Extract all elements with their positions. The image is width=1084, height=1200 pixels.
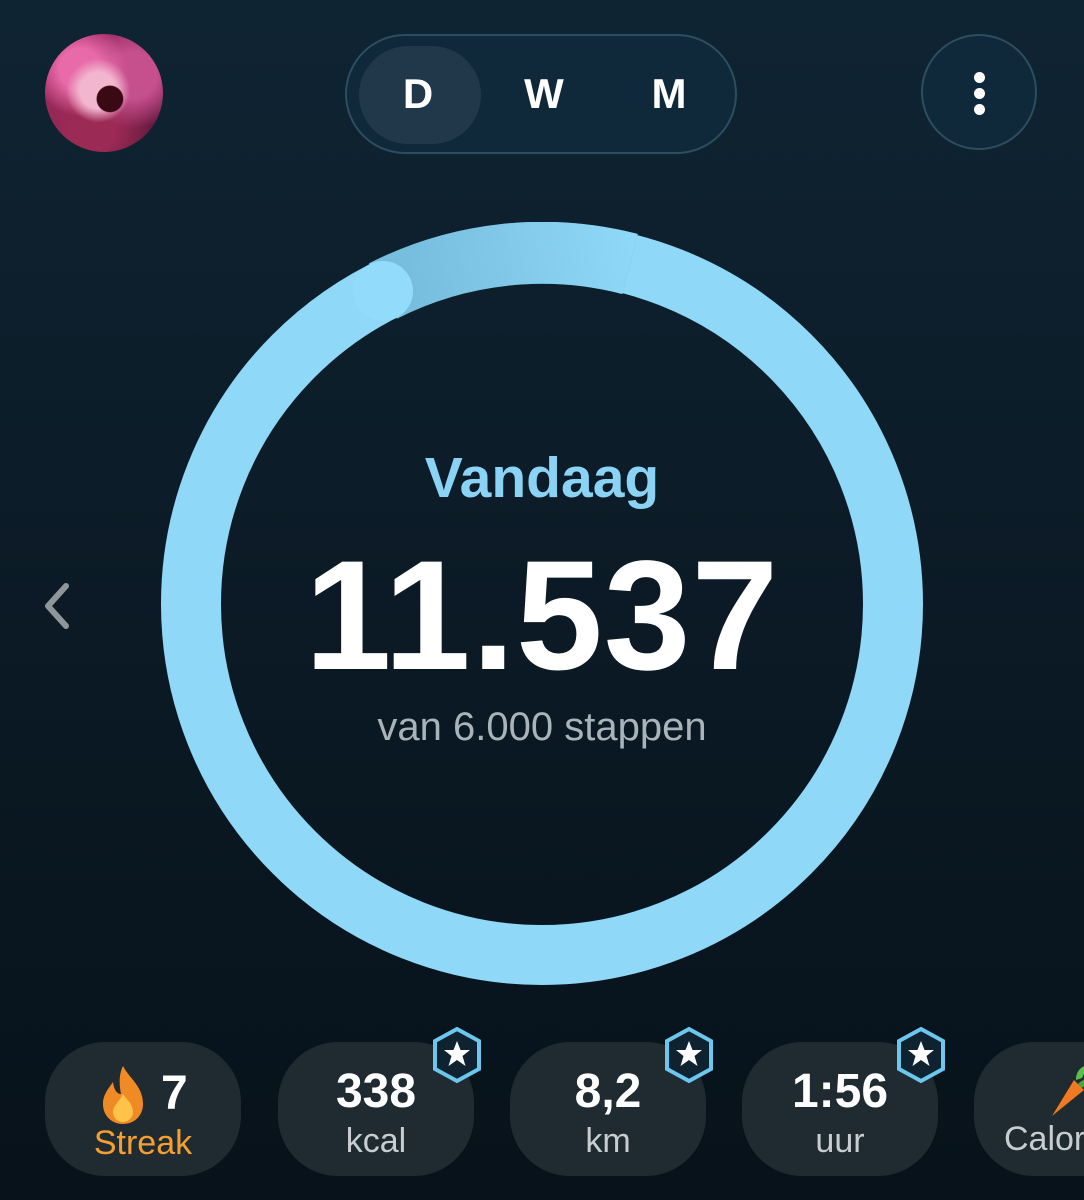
star-badge-icon — [433, 1026, 481, 1084]
ring-fade — [368, 222, 638, 319]
avatar[interactable] — [45, 34, 163, 152]
flame-icon — [103, 1066, 143, 1124]
period-selector: D W M — [345, 34, 737, 154]
step-count: 11.537 — [304, 529, 780, 703]
kcal-label: kcal — [345, 1122, 407, 1160]
streak-value: 7 — [161, 1067, 188, 1120]
tab-week[interactable]: W — [484, 36, 604, 152]
star-badge-icon — [897, 1026, 945, 1084]
star-badge-icon — [665, 1026, 713, 1084]
tab-month[interactable]: M — [609, 36, 729, 152]
step-goal: van 6.000 stappen — [377, 705, 707, 749]
streak-label: Streak — [93, 1124, 193, 1162]
more-options-button[interactable] — [921, 34, 1037, 150]
period-title: Vandaag — [424, 446, 660, 510]
carrot-icon — [1052, 1066, 1084, 1116]
calories-card[interactable]: Calori — [974, 1042, 1084, 1176]
chevron-left-icon[interactable] — [42, 578, 78, 634]
calories-label: Calori — [1004, 1120, 1084, 1158]
streak-card[interactable]: 7 Streak — [45, 1042, 241, 1176]
tab-day[interactable]: D — [358, 36, 478, 152]
duration-label: uur — [815, 1122, 865, 1160]
distance-label: km — [585, 1122, 631, 1160]
ring-end-cap — [353, 261, 413, 321]
